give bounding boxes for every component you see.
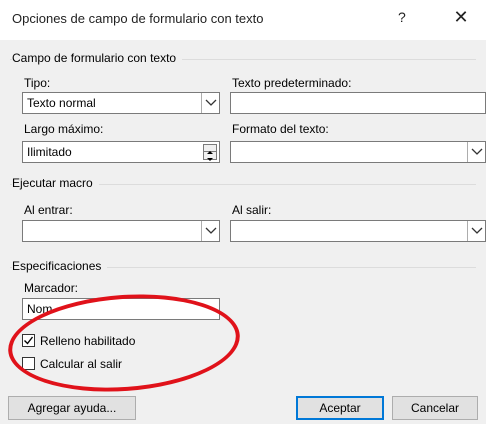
text-format-dropdown-button[interactable] [467,142,485,162]
on-entry-label: Al entrar: [24,203,73,217]
tipo-combobox[interactable]: Texto normal [22,92,220,114]
on-exit-combobox[interactable] [230,220,486,242]
max-length-input[interactable]: Ilimitado [22,141,220,163]
spinner-down-button[interactable] [204,152,216,161]
text-format-label: Formato del texto: [232,122,329,136]
on-entry-combobox[interactable] [22,220,220,242]
group-label-text-field: Campo de formulario con texto [12,51,183,65]
bookmark-input[interactable]: Nom [22,298,220,320]
on-exit-label: Al salir: [232,203,272,217]
on-entry-dropdown-button[interactable] [201,221,219,241]
arrow-down-icon [207,158,213,161]
max-length-label: Largo máximo: [24,122,104,136]
chevron-down-icon [205,227,217,234]
tipo-value: Texto normal [27,96,96,110]
max-length-value: Ilimitado [27,145,72,159]
calc-on-exit-checkbox[interactable] [22,357,35,370]
chevron-down-icon [205,99,217,106]
spinner-up-button[interactable] [204,145,216,154]
fill-enabled-label[interactable]: Relleno habilitado [40,334,135,348]
default-text-input[interactable] [230,92,486,114]
max-length-spinner[interactable] [203,144,217,161]
bookmark-value: Nom [27,302,53,316]
add-help-button[interactable]: Agregar ayuda... [8,396,136,420]
calc-on-exit-label[interactable]: Calcular al salir [40,357,122,371]
close-button[interactable]: ✕ [448,6,474,28]
default-text-label: Texto predeterminado: [232,76,352,90]
fill-enabled-checkbox[interactable] [22,334,35,347]
ok-button[interactable]: Aceptar [296,396,384,420]
cancel-button[interactable]: Cancelar [392,396,478,420]
text-format-combobox[interactable] [230,141,486,163]
chevron-down-icon [471,227,483,234]
tipo-label-text: Tipo: [24,76,51,90]
bookmark-label: Marcador: [24,281,79,295]
dialog-body: Campo de formulario con texto Tipo: Text… [0,40,486,424]
help-button[interactable]: ? [398,9,406,25]
tipo-label: Tipo: [24,76,50,90]
tipo-dropdown-button[interactable] [201,93,219,113]
window-title: Opciones de campo de formulario con text… [12,11,264,26]
checkmark-icon [24,336,34,345]
chevron-down-icon [471,148,483,155]
group-label-specs: Especificaciones [12,259,108,273]
on-exit-dropdown-button[interactable] [467,221,485,241]
group-label-macro: Ejecutar macro [12,176,99,190]
